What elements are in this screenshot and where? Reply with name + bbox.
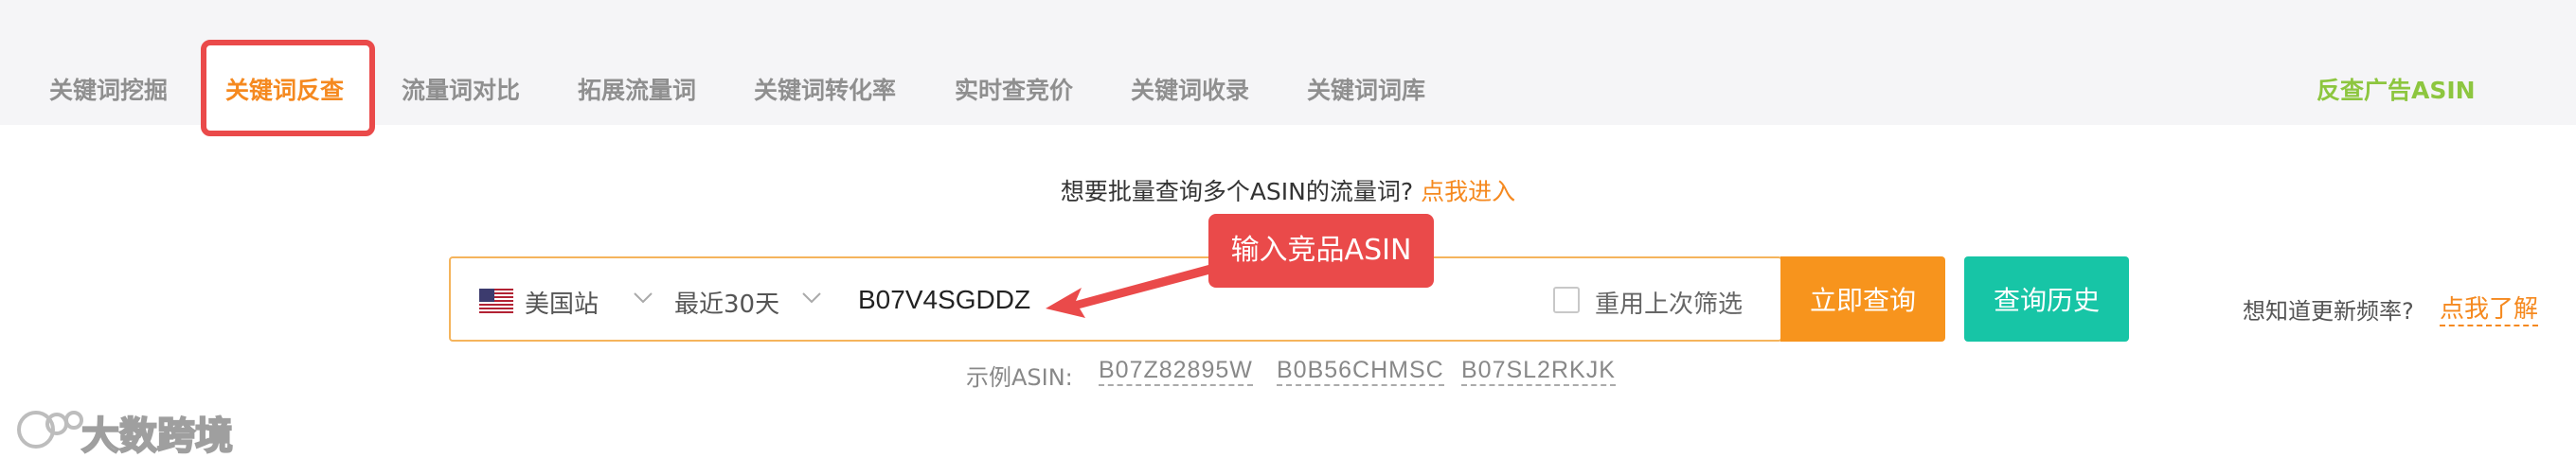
chevron-down-icon[interactable] (631, 285, 655, 309)
reuse-filter-label[interactable]: 重用上次筛选 (1595, 285, 1743, 320)
reverse-ad-asin-link[interactable]: 反查广告ASIN (2317, 72, 2476, 106)
example-asin-label: 示例ASIN: (966, 364, 1073, 391)
example-asin-1[interactable]: B07Z82895W (1099, 357, 1253, 386)
chevron-down-icon[interactable] (799, 285, 824, 309)
batch-query-link[interactable]: 点我进入 (1421, 178, 1515, 205)
site-select[interactable]: 美国站 (525, 285, 599, 320)
tab-keyword-library[interactable]: 关键词词库 (1307, 72, 1425, 106)
annotation-arrow (1046, 265, 1208, 318)
period-select[interactable]: 最近30天 (674, 285, 779, 320)
annotation-callout: 输入竞品ASIN (1208, 214, 1434, 288)
example-asin-3[interactable]: B07SL2RKJK (1461, 357, 1616, 386)
example-asin-2[interactable]: B0B56CHMSC (1277, 357, 1444, 386)
tab-keyword-reverse-lookup[interactable]: 关键词反查 (225, 72, 344, 106)
watermark-text: 大数跨境 (80, 414, 234, 458)
tab-expand-traffic-words[interactable]: 拓展流量词 (578, 72, 696, 106)
tab-realtime-bid[interactable]: 实时查竞价 (955, 72, 1073, 106)
query-history-button[interactable]: 查询历史 (1964, 256, 2129, 342)
tab-bar: 关键词挖掘 关键词反查 流量词对比 拓展流量词 关键词转化率 实时查竞价 关键词… (0, 0, 2576, 136)
batch-query-hint-text: 想要批量查询多个ASIN的流量词? (1060, 178, 1414, 205)
tab-keyword-conversion[interactable]: 关键词转化率 (754, 72, 896, 106)
tab-keyword-mining[interactable]: 关键词挖掘 (49, 72, 168, 106)
reuse-filter-checkbox[interactable] (1553, 287, 1580, 313)
us-flag-icon (479, 289, 513, 313)
tab-traffic-word-compare[interactable]: 流量词对比 (402, 72, 520, 106)
update-frequency-link[interactable]: 点我了解 (2440, 290, 2539, 326)
update-frequency-question: 想知道更新频率? (2243, 298, 2414, 325)
query-button[interactable]: 立即查询 (1780, 256, 1945, 342)
tab-keyword-indexing[interactable]: 关键词收录 (1131, 72, 1249, 106)
batch-query-hint: 想要批量查询多个ASIN的流量词? 点我进入 (0, 173, 2576, 207)
